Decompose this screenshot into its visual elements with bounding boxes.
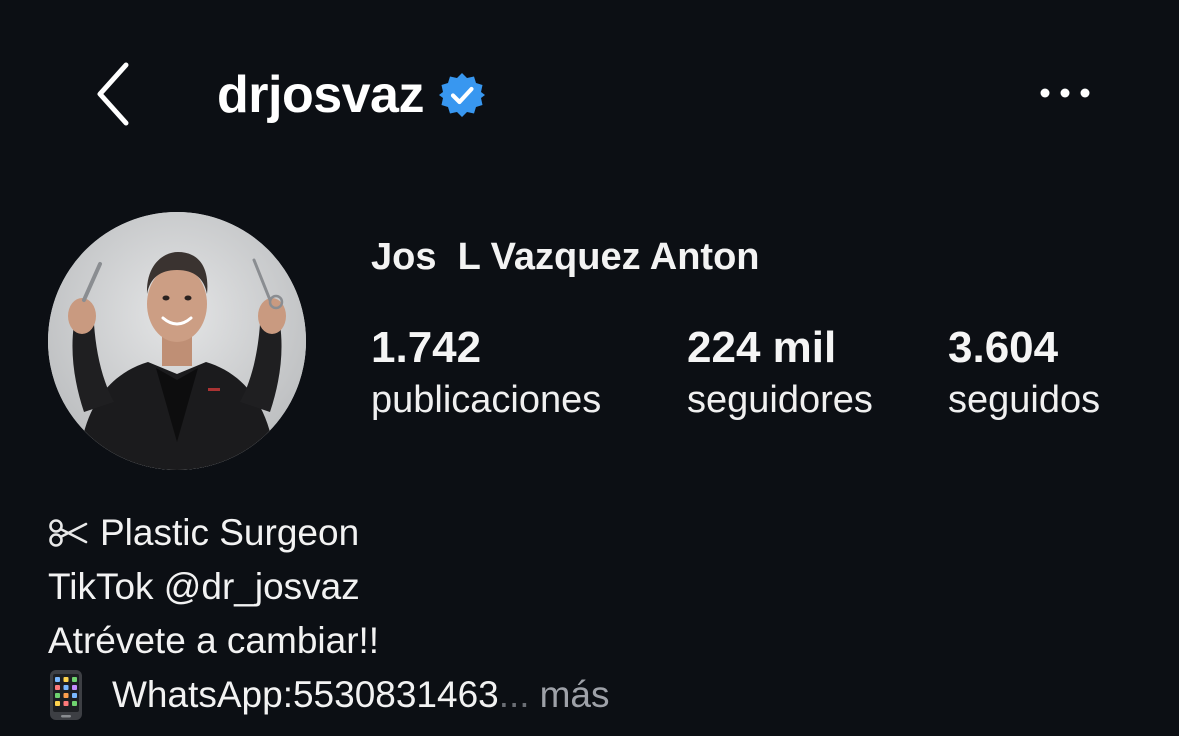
bio-line-whatsapp: WhatsApp:5530831463 ... más [48, 668, 1148, 722]
bio-profession-text: Plastic Surgeon [100, 512, 360, 553]
bio-ellipsis: ... [498, 674, 530, 715]
stat-followers[interactable]: 224 mil seguidores [687, 322, 873, 426]
stat-posts-value: 1.742 [371, 323, 482, 372]
bio-slogan-text: Atrévete a cambiar!! [48, 620, 380, 661]
chevron-left-icon [97, 62, 129, 126]
stat-following[interactable]: 3.604 seguidos [948, 322, 1100, 426]
profile-header: drjosvaz [0, 0, 1179, 190]
stat-posts-label: publicaciones [371, 379, 602, 421]
stat-posts[interactable]: 1.742 publicaciones [371, 322, 601, 426]
bio-line-slogan: Atrévete a cambiar!! [48, 614, 1148, 668]
profile-avatar[interactable] [48, 212, 306, 470]
back-button[interactable] [86, 58, 142, 130]
profile-full-name: Jos L Vazquez Anton [371, 236, 760, 278]
stat-following-label: seguidos [948, 379, 1101, 421]
mobile-phone-icon [50, 670, 82, 720]
stat-followers-label: seguidores [687, 379, 873, 421]
stat-followers-value: 224 mil [687, 323, 837, 372]
bio-line-tiktok: TikTok @dr_josvaz [48, 560, 1148, 614]
more-horizontal-icon [1040, 88, 1090, 98]
username: drjosvaz [217, 66, 424, 124]
bio-whatsapp-text: WhatsApp:5530831463 [112, 674, 499, 715]
more-options-button[interactable] [1030, 72, 1100, 114]
avatar-photo [48, 212, 306, 470]
username-container: drjosvaz [217, 62, 486, 128]
stat-following-value: 3.604 [948, 323, 1059, 372]
bio-line-profession: Plastic Surgeon [48, 506, 1148, 560]
scissors-icon [49, 519, 88, 547]
bio-tiktok-text: TikTok @dr_josvaz [48, 566, 360, 607]
bio-more-link[interactable]: más [540, 668, 610, 722]
verified-badge-icon [438, 73, 485, 117]
profile-bio: Plastic Surgeon TikTok @dr_josvaz Atréve… [48, 506, 1148, 722]
